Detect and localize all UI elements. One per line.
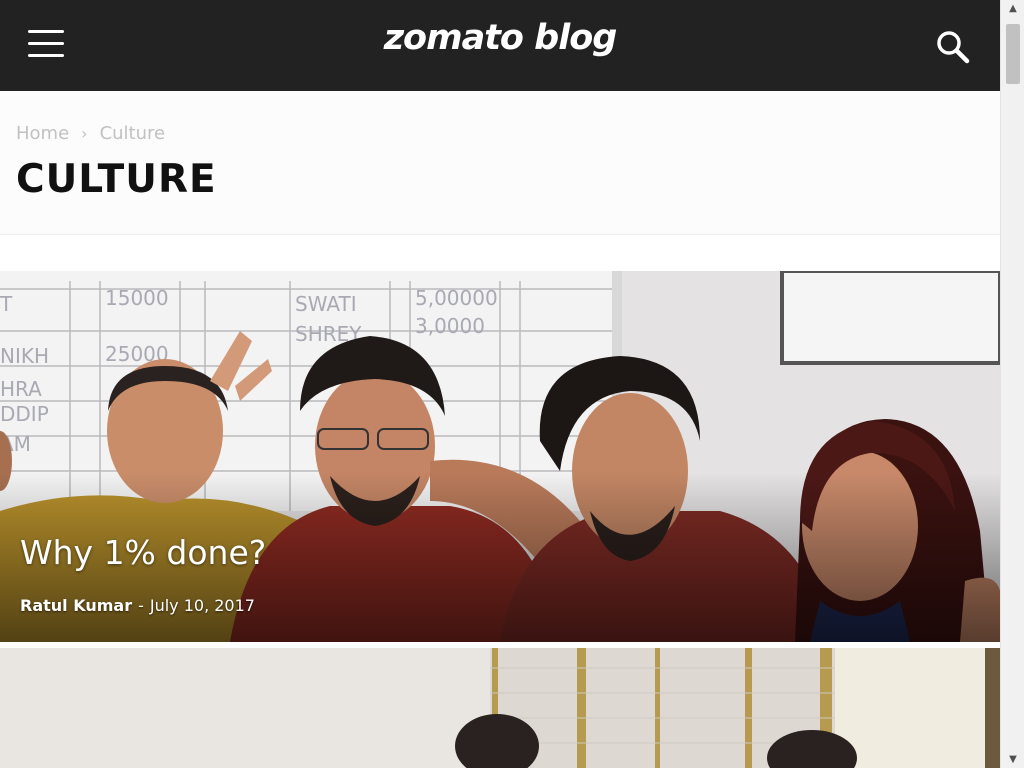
article-title[interactable]: Why 1% done? bbox=[20, 533, 266, 572]
svg-text:HRA: HRA bbox=[0, 377, 42, 401]
hamburger-menu-icon[interactable] bbox=[26, 28, 66, 62]
article-card[interactable] bbox=[0, 648, 1000, 768]
site-logo[interactable]: zomato blog bbox=[384, 18, 618, 58]
page-title: CULTURE bbox=[16, 157, 217, 202]
breadcrumb: Home › Culture bbox=[16, 123, 165, 144]
category-header: Home › Culture CULTURE bbox=[0, 91, 1000, 235]
article-meta-separator: - bbox=[138, 596, 144, 615]
scrollbar-thumb[interactable] bbox=[1006, 24, 1020, 84]
article-featured-image[interactable] bbox=[0, 648, 1000, 768]
article-meta: Ratul Kumar - July 10, 2017 bbox=[20, 596, 255, 615]
svg-text:SWATI: SWATI bbox=[295, 292, 357, 316]
svg-text:T: T bbox=[0, 292, 13, 316]
svg-text:NIKH: NIKH bbox=[0, 344, 49, 368]
breadcrumb-current-link[interactable]: Culture bbox=[100, 123, 166, 144]
site-logo-container: zomato blog bbox=[0, 18, 1000, 58]
svg-text:3,0000: 3,0000 bbox=[415, 314, 485, 338]
page: zomato blog Home › Culture CULTURE SWATI… bbox=[0, 0, 1000, 768]
article-date: July 10, 2017 bbox=[149, 596, 255, 615]
breadcrumb-separator: › bbox=[81, 124, 88, 143]
scroll-up-arrow[interactable]: ▲ bbox=[1001, 0, 1024, 17]
svg-text:15000: 15000 bbox=[105, 286, 169, 310]
top-navbar: zomato blog bbox=[0, 0, 1000, 91]
article-author[interactable]: Ratul Kumar bbox=[20, 596, 132, 615]
svg-text:DDIP: DDIP bbox=[0, 402, 49, 426]
scroll-down-arrow[interactable]: ▼ bbox=[1001, 751, 1024, 768]
svg-text:5,00000: 5,00000 bbox=[415, 286, 498, 310]
vertical-scrollbar[interactable]: ▲ ▼ bbox=[1000, 0, 1024, 768]
search-icon[interactable] bbox=[930, 24, 974, 68]
breadcrumb-home-link[interactable]: Home bbox=[16, 123, 69, 144]
article-card[interactable]: SWATI SHREY 5,00000 3,0000 15000 25000 T… bbox=[0, 271, 1000, 642]
